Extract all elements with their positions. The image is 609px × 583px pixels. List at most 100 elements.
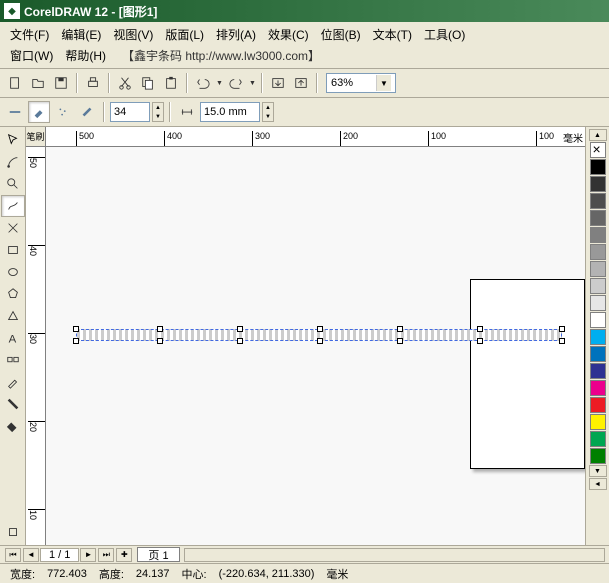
swatch[interactable] (590, 346, 606, 362)
text-tool[interactable]: A (1, 327, 25, 349)
swatch[interactable] (590, 414, 606, 430)
nav-next[interactable]: ► (80, 548, 96, 562)
zoom-select[interactable]: 63% ▼ (326, 73, 396, 93)
print-button[interactable] (82, 72, 104, 94)
handle-b3[interactable] (397, 338, 403, 344)
handle-b2[interactable] (237, 338, 243, 344)
palette-down-arrow[interactable]: ▼ (589, 465, 607, 477)
open-button[interactable] (27, 72, 49, 94)
menu-arrange[interactable]: 排列(A) (210, 24, 262, 45)
handle-tc[interactable] (317, 326, 323, 332)
swatch[interactable] (590, 448, 606, 464)
handle-t2[interactable] (237, 326, 243, 332)
export-button[interactable] (290, 72, 312, 94)
prop-width-input[interactable]: 15.0 mm (200, 102, 260, 122)
menu-help[interactable]: 帮助(H) (59, 45, 112, 66)
nav-add-page[interactable]: ✚ (116, 548, 132, 562)
undo-dropdown[interactable]: ▼ (215, 72, 224, 94)
selected-object[interactable] (76, 329, 562, 341)
handle-tl[interactable] (73, 326, 79, 332)
nav-first[interactable]: ⏮ (5, 548, 21, 562)
menu-text[interactable]: 文本(T) (367, 24, 418, 45)
ellipse-tool[interactable] (1, 261, 25, 283)
menu-edit[interactable]: 编辑(E) (55, 24, 107, 45)
prop-btn-1[interactable] (4, 101, 26, 123)
new-button[interactable] (4, 72, 26, 94)
prop-btn-spray[interactable] (52, 101, 74, 123)
horizontal-ruler[interactable]: 500 400 300 200 100 100 毫米 (46, 127, 585, 147)
polygon-tool[interactable] (1, 283, 25, 305)
basic-shapes-tool[interactable] (1, 305, 25, 327)
swatch[interactable] (590, 193, 606, 209)
menu-bitmap[interactable]: 位图(B) (315, 24, 367, 45)
swatch[interactable] (590, 397, 606, 413)
page-tab-1[interactable]: 页 1 (137, 547, 179, 562)
handle-b1[interactable] (157, 338, 163, 344)
swatch[interactable] (590, 210, 606, 226)
handle-br[interactable] (559, 338, 565, 344)
swatch[interactable] (590, 431, 606, 447)
handle-t1[interactable] (157, 326, 163, 332)
cut-button[interactable] (114, 72, 136, 94)
zoom-dropdown-arrow[interactable]: ▼ (376, 75, 391, 91)
swatch[interactable] (590, 244, 606, 260)
canvas-area[interactable]: 笔刷 500 400 300 200 100 100 毫米 50 40 30 2… (26, 127, 585, 545)
prop-btn-brush[interactable] (28, 101, 50, 123)
undo-button[interactable] (192, 72, 214, 94)
fill-tool[interactable] (1, 415, 25, 437)
handle-t4[interactable] (477, 326, 483, 332)
menu-layout[interactable]: 版面(L) (159, 24, 210, 45)
swatch[interactable] (590, 278, 606, 294)
handle-t3[interactable] (397, 326, 403, 332)
smart-draw-tool[interactable] (1, 217, 25, 239)
menu-window[interactable]: 窗口(W) (4, 45, 59, 66)
shape-tool[interactable] (1, 151, 25, 173)
swatch[interactable] (590, 363, 606, 379)
freehand-tool[interactable] (1, 195, 25, 217)
rectangle-tool[interactable] (1, 239, 25, 261)
swatch[interactable] (590, 295, 606, 311)
page-rectangle (470, 279, 585, 469)
swatch[interactable] (590, 380, 606, 396)
eyedropper-tool[interactable] (1, 371, 25, 393)
paste-button[interactable] (160, 72, 182, 94)
swatch[interactable] (590, 176, 606, 192)
menu-tools[interactable]: 工具(O) (418, 24, 471, 45)
handle-bc[interactable] (317, 338, 323, 344)
redo-dropdown[interactable]: ▼ (248, 72, 257, 94)
handle-tr[interactable] (559, 326, 565, 332)
blend-tool[interactable] (1, 349, 25, 371)
nav-prev[interactable]: ◄ (23, 548, 39, 562)
handle-b4[interactable] (477, 338, 483, 344)
horizontal-scrollbar[interactable] (184, 548, 605, 562)
swatch[interactable] (590, 227, 606, 243)
palette-flyout-arrow[interactable]: ◄ (589, 478, 607, 490)
prop-value-input[interactable]: 34 (110, 102, 150, 122)
zoom-tool[interactable] (1, 173, 25, 195)
outline-tool[interactable] (1, 393, 25, 415)
swatch-white[interactable] (590, 312, 606, 328)
redo-button[interactable] (225, 72, 247, 94)
menu-view[interactable]: 视图(V) (107, 24, 159, 45)
copy-button[interactable] (137, 72, 159, 94)
prop-btn-calligraphy[interactable] (76, 101, 98, 123)
vertical-ruler[interactable]: 50 40 30 20 10 (26, 147, 46, 545)
swatch[interactable] (590, 261, 606, 277)
spinner-2[interactable]: ▲▼ (262, 102, 274, 122)
swatch-black[interactable] (590, 159, 606, 175)
menu-effects[interactable]: 效果(C) (262, 24, 315, 45)
import-button[interactable] (267, 72, 289, 94)
spinner-1[interactable]: ▲▼ (152, 102, 164, 122)
svg-text:A: A (8, 333, 16, 345)
toolbox: A (0, 127, 26, 545)
interactive-fill-tool[interactable] (1, 521, 25, 543)
nav-last[interactable]: ⏭ (98, 548, 114, 562)
menu-file[interactable]: 文件(F) (4, 24, 55, 45)
swatch-none[interactable] (590, 142, 606, 158)
palette-up-arrow[interactable]: ▲ (589, 129, 607, 141)
canvas-content[interactable] (46, 147, 585, 545)
save-button[interactable] (50, 72, 72, 94)
swatch[interactable] (590, 329, 606, 345)
handle-bl[interactable] (73, 338, 79, 344)
pick-tool[interactable] (1, 129, 25, 151)
